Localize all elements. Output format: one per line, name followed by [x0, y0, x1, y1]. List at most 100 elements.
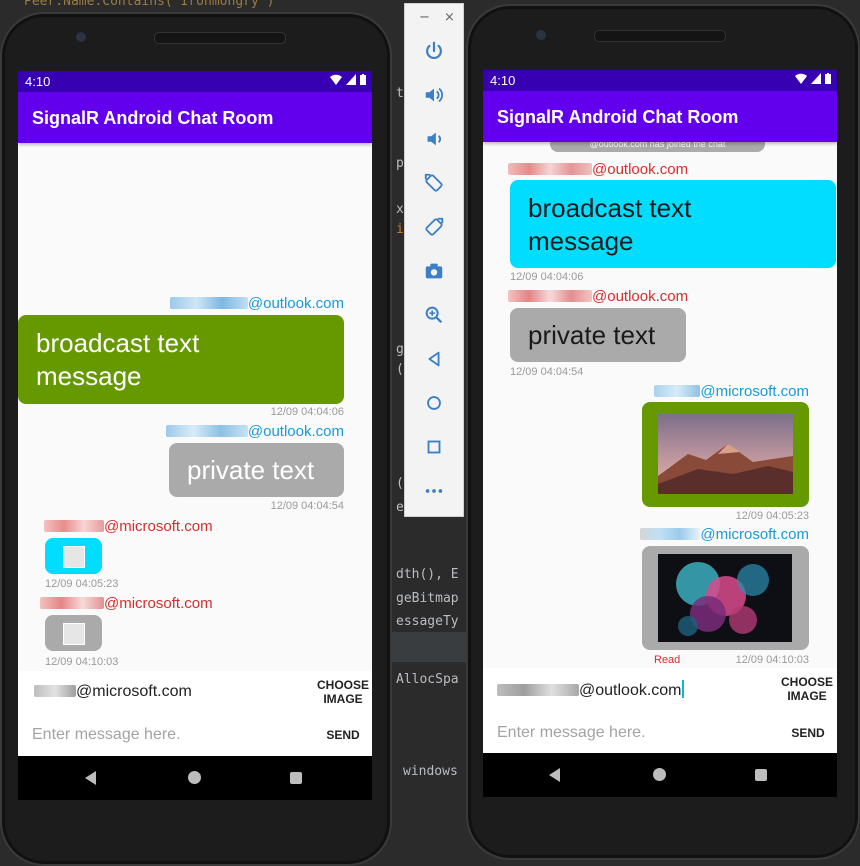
message-text: private text: [528, 320, 656, 350]
battery-icon: [360, 74, 366, 85]
volume-down-button[interactable]: [422, 127, 446, 151]
phone-right-screen: 4:10 @outlook.com has joined the chat Si…: [483, 70, 837, 753]
emulator-toolbar: − ×: [404, 3, 464, 517]
read-receipt: Read: [654, 654, 681, 666]
message-timestamp: 12/09 04:04:54: [510, 366, 584, 378]
ide-code-line: geBitmap: [396, 591, 459, 606]
back-button[interactable]: [422, 347, 446, 371]
message-timestamp: 12/09 04:04:06: [270, 406, 344, 418]
image-message-bubble[interactable]: [45, 615, 102, 651]
redacted-name: [44, 520, 104, 532]
compose-area: @microsoft.com CHOOSE IMAGE Enter messag…: [18, 671, 372, 756]
redacted-name: [508, 163, 592, 175]
app-bar: SignalR Android Chat Room: [18, 92, 372, 143]
message-bubble[interactable]: private text: [169, 443, 344, 497]
abstract-smoke-photo: [658, 554, 792, 642]
signal-icon: [811, 73, 821, 84]
image-message-bubble[interactable]: [642, 546, 809, 650]
send-button[interactable]: SEND: [318, 728, 368, 742]
more-button[interactable]: [422, 479, 446, 503]
app-title: SignalR Android Chat Room: [32, 108, 274, 128]
zoom-button[interactable]: [422, 303, 446, 327]
ide-code-line: x: [396, 202, 404, 217]
redacted-name: [654, 385, 701, 397]
phone-left-screen: 4:10 SignalR Android Chat Room @outlook.…: [18, 71, 372, 756]
message-timestamp: 12/09 04:04:06: [510, 271, 584, 283]
redacted-name: [169, 297, 248, 309]
message-sender: @outlook.com: [508, 288, 688, 305]
choose-image-button[interactable]: CHOOSE IMAGE: [777, 675, 837, 703]
earpiece-speaker: [594, 30, 726, 42]
volume-up-button[interactable]: [422, 83, 446, 107]
overview-icon: [427, 440, 441, 454]
home-button[interactable]: [422, 391, 446, 415]
recipient-field[interactable]: @outlook.com: [497, 680, 684, 700]
message-bubble[interactable]: broadcast text message: [510, 180, 836, 268]
nav-home-icon[interactable]: [188, 771, 201, 784]
redacted-name: [497, 684, 579, 696]
nav-recents-icon[interactable]: [755, 769, 767, 781]
ide-code-line: t: [396, 86, 404, 101]
back-icon: [428, 351, 440, 367]
mountain-photo: [658, 414, 793, 494]
redacted-name: [165, 425, 248, 437]
power-icon: [426, 41, 442, 60]
text-cursor: [681, 680, 684, 698]
more-icon: [425, 489, 443, 493]
nav-recents-icon[interactable]: [290, 772, 302, 784]
volume-up-icon: [425, 87, 443, 103]
message-sender: @outlook.com: [508, 161, 688, 178]
recipient-field[interactable]: @microsoft.com: [34, 683, 192, 701]
ide-code-line: p: [396, 156, 404, 171]
redacted-name: [640, 528, 701, 540]
ide-code-line: AllocSpa: [396, 672, 459, 687]
rotate-right-icon: [425, 217, 444, 236]
nav-home-icon[interactable]: [653, 768, 666, 781]
message-timestamp: 12/09 04:05:23: [735, 510, 809, 522]
image-placeholder-icon: [63, 546, 85, 568]
compose-area: @outlook.com CHOOSE IMAGE Enter message …: [483, 668, 837, 753]
ide-code-line: windows: [403, 764, 458, 779]
ide-code-line: dth(), E: [396, 567, 459, 582]
status-bar: 4:10: [18, 71, 372, 92]
redacted-name: [40, 597, 104, 609]
ide-code-line: e: [396, 500, 404, 515]
message-timestamp: 12/09 04:10:03: [735, 654, 809, 666]
close-button[interactable]: ×: [444, 10, 455, 25]
message-text: private text: [187, 455, 315, 485]
message-bubble[interactable]: private text: [510, 308, 686, 362]
minimize-button[interactable]: −: [419, 10, 430, 25]
zoom-icon: [425, 306, 443, 324]
message-timestamp: 12/09 04:05:23: [45, 578, 119, 590]
choose-image-button[interactable]: CHOOSE IMAGE: [314, 678, 372, 706]
volume-down-icon: [427, 132, 441, 146]
ide-code-line: (: [396, 362, 404, 377]
nav-back-icon[interactable]: [549, 768, 560, 782]
image-message-bubble[interactable]: [642, 402, 809, 507]
wifi-icon: [330, 74, 342, 85]
rotate-right-button[interactable]: [422, 215, 446, 239]
power-button[interactable]: [422, 39, 446, 63]
signal-icon: [346, 74, 356, 85]
wifi-icon: [795, 73, 807, 84]
earpiece-speaker: [154, 32, 286, 44]
ide-code-line: essageTy: [396, 614, 459, 629]
message-text: broadcast text message: [528, 193, 692, 256]
ide-code-fragment: Peer.Name.Contains("Ironmongry"): [24, 0, 275, 9]
send-button[interactable]: SEND: [783, 726, 833, 740]
message-input[interactable]: Enter message here.: [497, 724, 646, 742]
home-icon: [427, 396, 441, 410]
image-message-bubble[interactable]: [45, 538, 102, 574]
nav-back-icon[interactable]: [85, 771, 96, 785]
front-camera: [76, 32, 86, 42]
overview-button[interactable]: [422, 435, 446, 459]
message-input[interactable]: Enter message here.: [32, 726, 181, 744]
status-bar: 4:10: [483, 70, 837, 91]
message-text: broadcast text message: [36, 328, 200, 391]
front-camera: [536, 30, 546, 40]
ide-code-line: (: [396, 476, 404, 491]
message-bubble[interactable]: broadcast text message: [18, 315, 344, 404]
message-sender: @microsoft.com: [640, 526, 809, 543]
screenshot-button[interactable]: [422, 259, 446, 283]
rotate-left-button[interactable]: [422, 171, 446, 195]
